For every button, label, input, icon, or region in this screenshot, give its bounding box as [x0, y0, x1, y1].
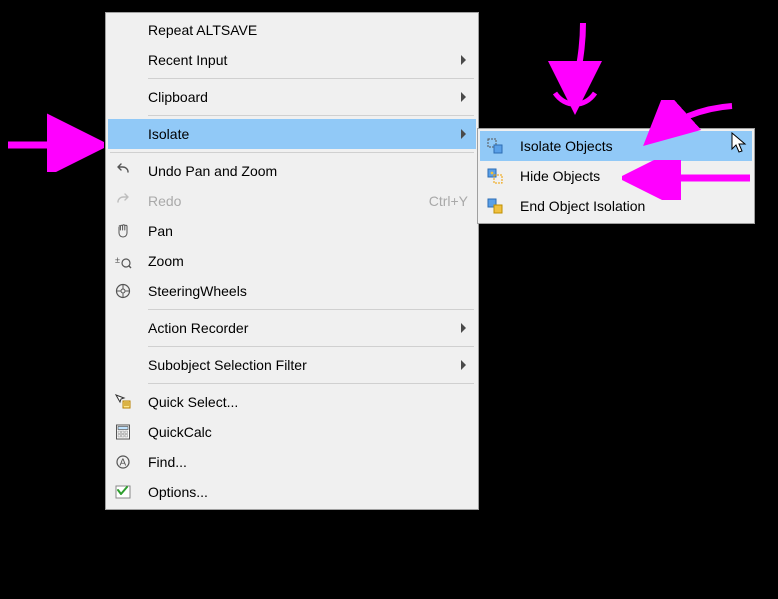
menu-label: Recent Input — [148, 52, 468, 68]
menu-item-steeringwheels[interactable]: SteeringWheels — [108, 276, 476, 306]
menu-label: Quick Select... — [148, 394, 468, 410]
redo-icon — [114, 192, 132, 210]
menu-label: Find... — [148, 454, 468, 470]
isolate-objects-icon — [486, 137, 504, 155]
undo-icon — [114, 162, 132, 180]
separator — [148, 309, 474, 310]
menu-label: Undo Pan and Zoom — [148, 163, 468, 179]
pan-icon — [114, 222, 132, 240]
menu-shortcut: Ctrl+Y — [429, 193, 468, 209]
separator — [148, 78, 474, 79]
menu-item-clipboard[interactable]: Clipboard — [108, 82, 476, 112]
separator — [148, 383, 474, 384]
menu-label: End Object Isolation — [520, 198, 744, 214]
menu-item-pan[interactable]: Pan — [108, 216, 476, 246]
menu-item-redo[interactable]: Redo Ctrl+Y — [108, 186, 476, 216]
menu-label: Repeat ALTSAVE — [148, 22, 468, 38]
menu-item-repeat-altsave[interactable]: Repeat ALTSAVE — [108, 15, 476, 45]
submenu-arrow-icon — [461, 323, 466, 333]
quickselect-icon — [114, 393, 132, 411]
submenu-item-hide-objects[interactable]: Hide Objects — [480, 161, 752, 191]
submenu-item-isolate-objects[interactable]: Isolate Objects — [480, 131, 752, 161]
options-icon — [114, 483, 132, 501]
menu-item-recent-input[interactable]: Recent Input — [108, 45, 476, 75]
svg-text:±: ± — [115, 255, 120, 265]
submenu-arrow-icon — [461, 55, 466, 65]
menu-label: Action Recorder — [148, 320, 468, 336]
menu-label: Pan — [148, 223, 468, 239]
menu-label: Isolate Objects — [520, 138, 744, 154]
context-menu-isolate-submenu: Isolate Objects Hide Objects End Object … — [477, 128, 755, 224]
annotation-arrow-left — [0, 112, 104, 172]
menu-label: QuickCalc — [148, 424, 468, 440]
hide-objects-icon — [486, 167, 504, 185]
svg-text:A: A — [120, 458, 127, 469]
menu-label: Clipboard — [148, 89, 468, 105]
menu-item-subobject-selection-filter[interactable]: Subobject Selection Filter — [108, 350, 476, 380]
find-icon: A — [114, 453, 132, 471]
zoom-icon: ± — [114, 252, 132, 270]
submenu-arrow-icon — [461, 129, 466, 139]
context-menu-main: Repeat ALTSAVE Recent Input Clipboard Is… — [105, 12, 479, 510]
menu-item-isolate[interactable]: Isolate — [108, 119, 476, 149]
menu-item-find[interactable]: A Find... — [108, 447, 476, 477]
submenu-arrow-icon — [461, 360, 466, 370]
menu-label: Options... — [148, 484, 468, 500]
menu-label: Zoom — [148, 253, 468, 269]
submenu-arrow-icon — [461, 92, 466, 102]
menu-item-zoom[interactable]: ± Zoom — [108, 246, 476, 276]
menu-label: Subobject Selection Filter — [148, 357, 468, 373]
menu-item-undo-pan-and-zoom[interactable]: Undo Pan and Zoom — [108, 156, 476, 186]
submenu-item-end-object-isolation[interactable]: End Object Isolation — [480, 191, 752, 221]
menu-item-options[interactable]: Options... — [108, 477, 476, 507]
separator — [148, 115, 474, 116]
menu-label: Isolate — [148, 126, 468, 142]
menu-label: Hide Objects — [520, 168, 744, 184]
separator — [110, 152, 474, 153]
menu-label: SteeringWheels — [148, 283, 468, 299]
quickcalc-icon — [114, 423, 132, 441]
menu-item-quick-select[interactable]: Quick Select... — [108, 387, 476, 417]
menu-item-quickcalc[interactable]: QuickCalc — [108, 417, 476, 447]
menu-item-action-recorder[interactable]: Action Recorder — [108, 313, 476, 343]
annotation-arrow-down — [535, 18, 615, 118]
menu-label: Redo — [148, 193, 417, 209]
steering-icon — [114, 282, 132, 300]
end-isolation-icon — [486, 197, 504, 215]
separator — [148, 346, 474, 347]
